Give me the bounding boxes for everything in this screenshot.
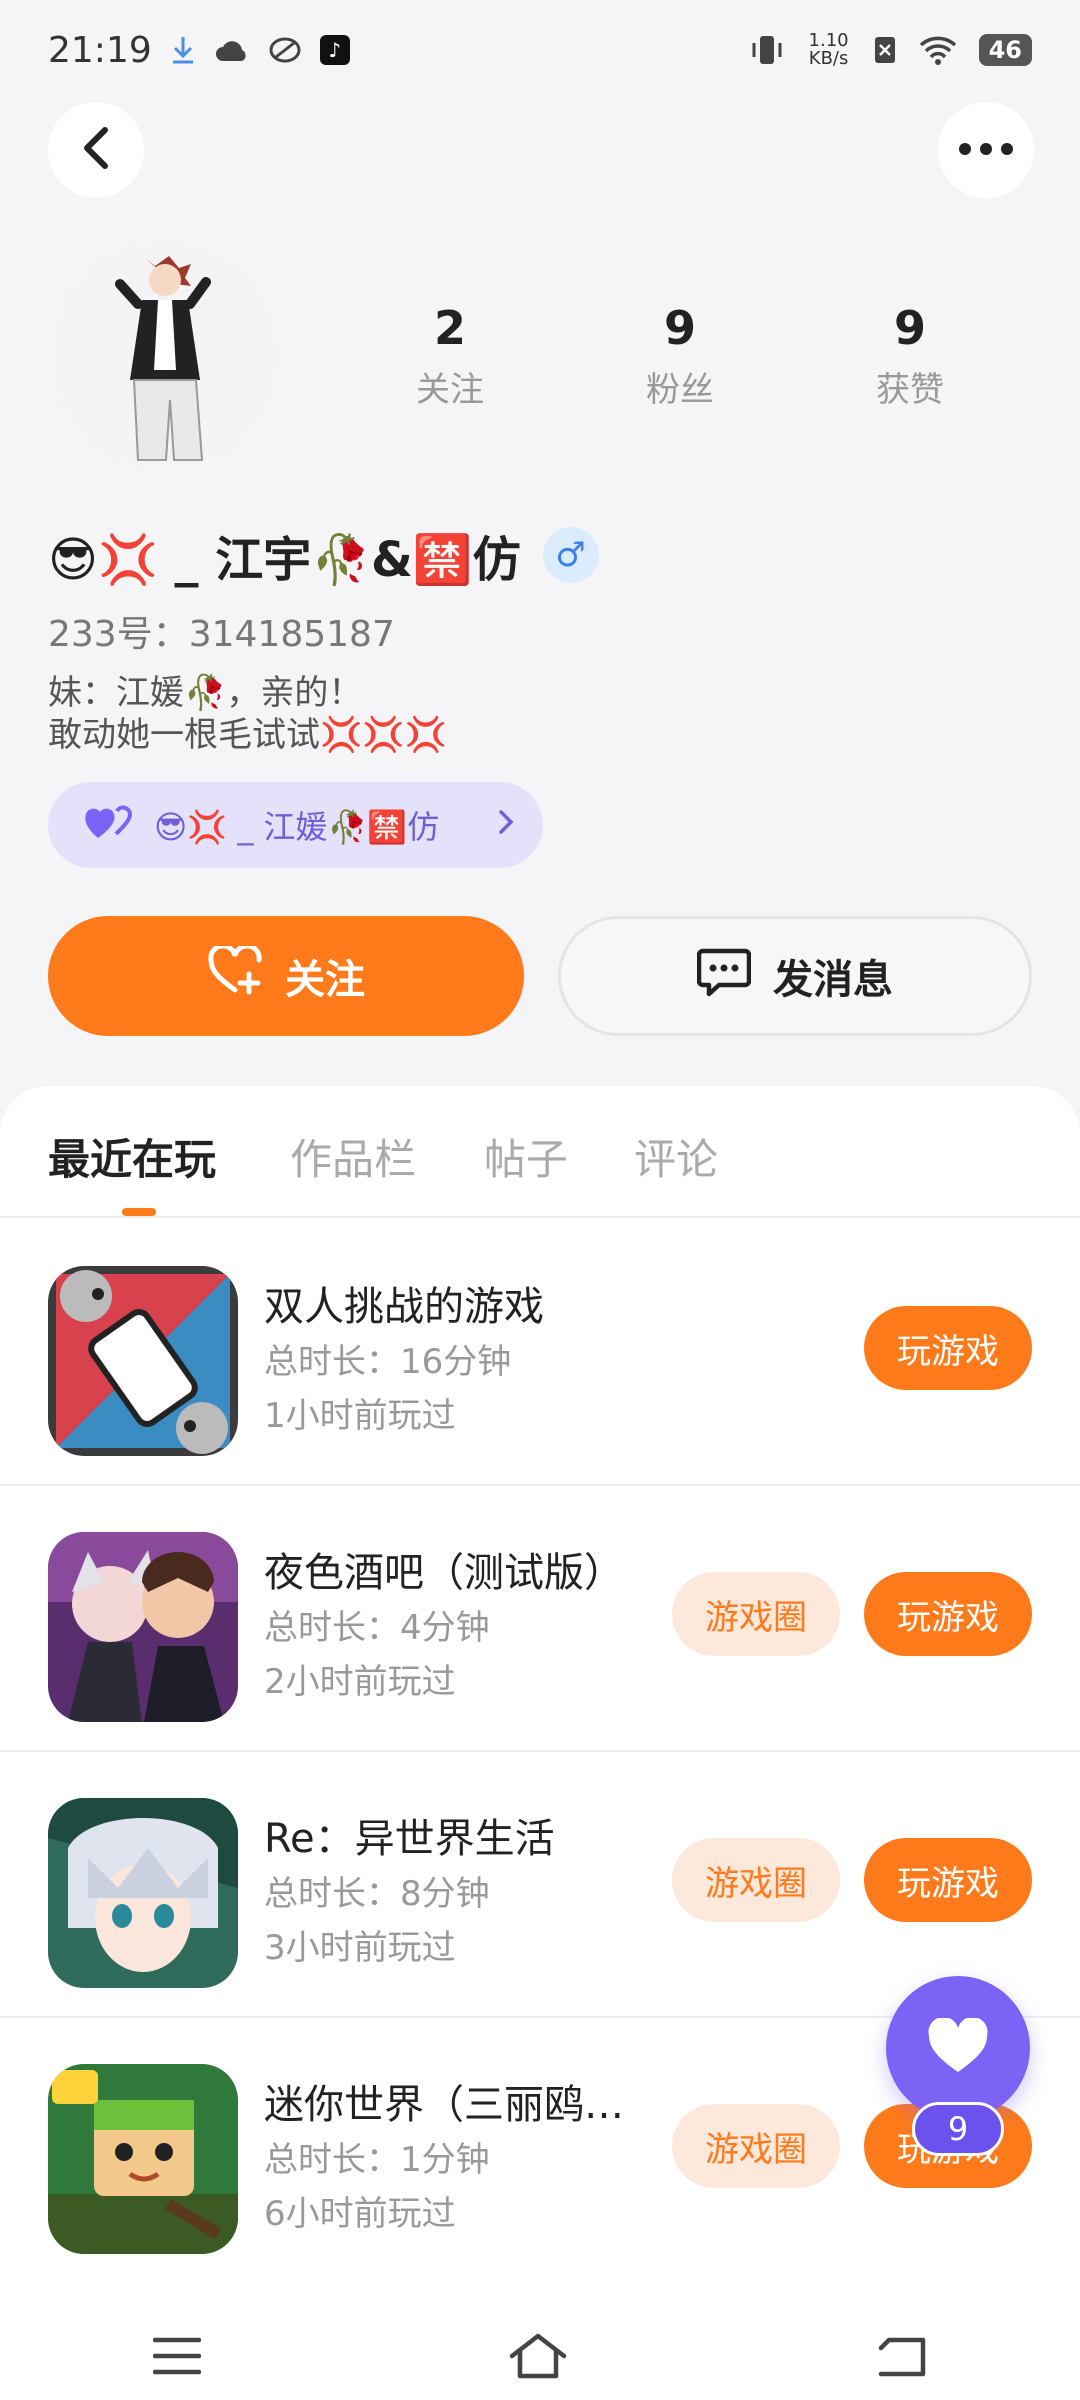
profile-stats: 2 关注 9 粉丝 9 获赞 [370, 300, 990, 411]
game-duration: 总时长：4分钟 [264, 1608, 490, 1648]
wifi-icon [919, 35, 957, 65]
game-last-played: 3小时前玩过 [264, 1928, 456, 1968]
menu-icon[interactable] [153, 2336, 202, 2380]
profile-tabs: 最近在玩 作品栏 帖子 评论 [0, 1086, 1080, 1218]
game-circle-button[interactable]: 游戏圈 [672, 1838, 840, 1922]
game-name: 双人挑战的游戏 [264, 1284, 544, 1330]
profile-page: 21:19 ♪ 1.10 KB/s 46 2 关注 9 粉丝 9 获赞 😎💢 _… [0, 0, 1080, 2400]
game-duration: 总时长：1分钟 [264, 2140, 490, 2180]
game-last-played: 6小时前玩过 [264, 2194, 456, 2234]
more-dots-icon [958, 141, 1014, 160]
stat-following[interactable]: 2 关注 [370, 300, 530, 411]
follow-button[interactable]: 关注 [48, 916, 524, 1036]
battery-icon: 46 [978, 34, 1032, 66]
gender-male-icon: ♂ [542, 527, 599, 583]
avatar[interactable] [50, 240, 280, 470]
tiktok-icon: ♪ [319, 35, 350, 65]
tab-recently-played[interactable]: 最近在玩 [48, 1126, 216, 1187]
sync-icon [268, 35, 302, 65]
stat-value: 9 [663, 301, 696, 355]
game-icon[interactable] [48, 1532, 238, 1722]
tab-indicator [122, 1208, 156, 1216]
heart-plus-icon [207, 943, 263, 1006]
tab-posts[interactable]: 帖子 [484, 1126, 568, 1187]
heart-icon [927, 2016, 989, 2078]
follow-label: 关注 [285, 957, 365, 1003]
download-icon [170, 35, 196, 65]
chevron-right-icon [497, 806, 515, 844]
bio-line: 妹：江媛🥀，亲的！ [48, 673, 363, 713]
game-name: 迷你世界（三丽鸥… [264, 2082, 624, 2128]
message-button[interactable]: 发消息 [558, 916, 1032, 1036]
game-duration: 总时长：8分钟 [264, 1874, 490, 1914]
stat-value: 9 [893, 301, 926, 355]
nickname: 😎💢 _ 江宇🥀&🈲仿 [48, 532, 521, 588]
game-icon[interactable] [48, 1798, 238, 1988]
home-icon[interactable] [508, 2332, 568, 2384]
message-label: 发消息 [773, 957, 893, 1003]
game-icon[interactable] [48, 1266, 238, 1456]
stat-label: 粉丝 [646, 370, 714, 410]
bio-line: 敢动她一根毛试试💢💢💢 [48, 715, 448, 755]
back-nav-icon[interactable] [875, 2334, 927, 2382]
game-icon[interactable] [48, 2064, 238, 2254]
more-button[interactable] [938, 102, 1034, 198]
game-row[interactable]: 夜色酒吧（测试版） 总时长：4分钟 2小时前玩过 游戏圈 玩游戏 [0, 1486, 1080, 1752]
stat-label: 获赞 [876, 370, 944, 410]
game-last-played: 1小时前玩过 [264, 1396, 456, 1436]
net-speed: 1.10 KB/s [808, 30, 849, 69]
system-nav-bar [0, 2316, 1080, 2400]
stat-fans[interactable]: 9 粉丝 [600, 300, 760, 411]
game-last-played: 2小时前玩过 [264, 1662, 456, 1702]
couple-name: 😎💢 _ 江媛🥀🈲仿 [154, 808, 440, 846]
nickname-row: 😎💢 _ 江宇🥀&🈲仿 ♂ [48, 520, 599, 590]
game-circle-button[interactable]: 游戏圈 [672, 2104, 840, 2188]
game-circle-button[interactable]: 游戏圈 [672, 1572, 840, 1656]
like-fab-button[interactable] [886, 1976, 1030, 2120]
chevron-left-icon [81, 126, 111, 174]
bio: 妹：江媛🥀，亲的！ 敢动她一根毛试试💢💢💢 [48, 672, 447, 756]
game-name: Re：异世界生活 [264, 1816, 555, 1862]
user-id: 233号：314185187 [48, 614, 395, 655]
play-game-button[interactable]: 玩游戏 [864, 1838, 1032, 1922]
play-game-button[interactable]: 玩游戏 [864, 1306, 1032, 1390]
game-duration: 总时长：16分钟 [264, 1342, 512, 1382]
stat-value: 2 [433, 301, 466, 355]
game-name: 夜色酒吧（测试版） [264, 1550, 624, 1596]
game-row[interactable]: 双人挑战的游戏 总时长：16分钟 1小时前玩过 玩游戏 [0, 1220, 1080, 1486]
game-row[interactable]: Re：异世界生活 总时长：8分钟 3小时前玩过 游戏圈 玩游戏 [0, 1752, 1080, 2018]
play-game-button[interactable]: 玩游戏 [864, 1572, 1032, 1656]
stat-likes[interactable]: 9 获赞 [830, 300, 990, 411]
double-heart-icon [84, 802, 136, 848]
chat-bubble-icon [696, 945, 752, 1007]
tab-works[interactable]: 作品栏 [290, 1126, 416, 1187]
status-bar: 21:19 ♪ 1.10 KB/s 46 [0, 0, 1080, 100]
back-button[interactable] [48, 102, 144, 198]
sim-off-icon [873, 35, 897, 65]
couple-link[interactable]: 😎💢 _ 江媛🥀🈲仿 [48, 782, 543, 868]
like-count-badge: 9 [912, 2102, 1004, 2156]
stat-label: 关注 [416, 370, 484, 410]
cloud-icon [214, 37, 250, 63]
tab-comments[interactable]: 评论 [634, 1126, 718, 1187]
vibrate-icon [749, 33, 785, 67]
status-time: 21:19 [48, 29, 152, 71]
